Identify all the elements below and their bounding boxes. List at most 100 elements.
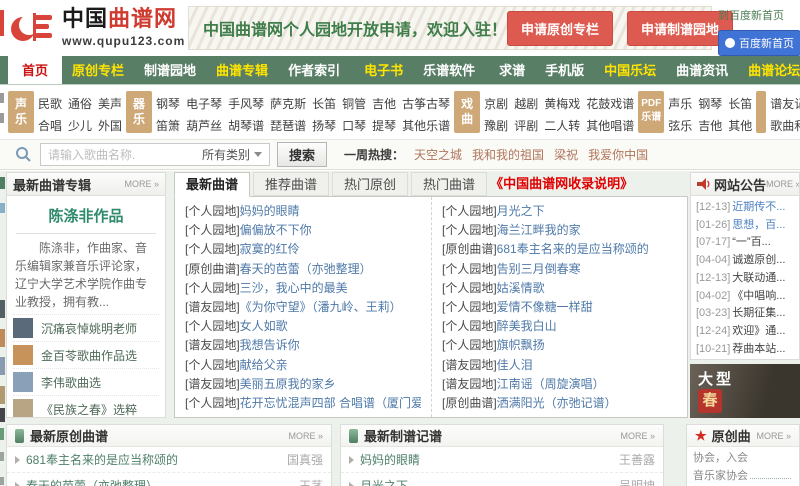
score-item[interactable]: [个人园地]海兰江畔我的家 (442, 221, 677, 240)
category-link[interactable]: 合唱 (38, 117, 62, 134)
score-item[interactable]: [个人园地]告别三月倒春寒 (442, 260, 677, 279)
category-link[interactable]: 钢琴 (698, 95, 722, 112)
album-more-link[interactable]: MORE » (124, 179, 159, 189)
album-list-item[interactable]: 《民族之春》选粹 (13, 395, 159, 418)
original-score-item[interactable]: 681奉主名来的是应当称颂的 国真强 (7, 447, 331, 473)
tab-hot-original[interactable]: 热门原创 (332, 172, 408, 196)
nav-news[interactable]: 曲谱资讯 (666, 56, 738, 84)
score-item[interactable]: [原创曲谱]春天的芭蕾（亦弛整理） (185, 260, 421, 279)
category-link[interactable]: 其他唱谱 (586, 117, 634, 134)
transcribed-score-item[interactable]: 月光之下 吴明坤 (341, 473, 663, 486)
nav-ebook[interactable]: 电子书 (354, 56, 413, 84)
category-link[interactable]: 少儿 (68, 117, 92, 134)
category-link[interactable]: 歌曲和弦 (770, 117, 800, 134)
announcement-item[interactable]: [12-24]欢迎》通... (696, 323, 794, 341)
transcribed-score-item[interactable]: 妈妈的眼睛 王善露 (341, 447, 663, 473)
baidu-newtab-button[interactable]: 百度新首页 (718, 30, 800, 56)
category-link[interactable]: 京剧 (484, 95, 508, 112)
nav-request-score[interactable]: 求谱 (489, 56, 535, 84)
hot-search-link[interactable]: 天空之城 (414, 146, 462, 163)
nav-mobile[interactable]: 手机版 (535, 56, 594, 84)
tab-hot-scores[interactable]: 热门曲谱 (411, 172, 487, 196)
tab-recommended-scores[interactable]: 推荐曲谱 (253, 172, 329, 196)
category-link[interactable]: 手风琴 (228, 95, 264, 112)
score-item[interactable]: [个人园地]献给父亲 (185, 356, 421, 375)
category-link[interactable]: 二人转 (544, 117, 580, 134)
score-item[interactable]: [个人园地]三沙，我心中的最美 (185, 279, 421, 298)
category-link[interactable]: 其他 (728, 117, 752, 134)
score-item[interactable]: [个人园地]妈妈的眼睛 (185, 202, 421, 221)
nav-forum[interactable]: 曲谱论坛 (738, 56, 800, 84)
category-link[interactable]: 古筝古琴 (402, 95, 450, 112)
album-list-item[interactable]: 金百苓歌曲作品选 (13, 341, 159, 368)
score-item[interactable]: [个人园地]醉美我白山 (442, 317, 677, 336)
category-link[interactable]: 萨克斯 (270, 95, 306, 112)
category-link[interactable]: 美声 (98, 95, 122, 112)
announcement-item[interactable]: [01-26]思想，百... (696, 217, 794, 235)
nav-software[interactable]: 乐谱软件 (413, 56, 485, 84)
score-item[interactable]: [个人园地]花开忘忧混声四部 合唱谱（厦门爱歌... (185, 394, 421, 413)
search-input[interactable]: 请输入歌曲名称. 所有类别 (40, 143, 270, 166)
nav-china-music[interactable]: 中国乐坛 (594, 56, 666, 84)
nav-original-column[interactable]: 原创专栏 (62, 56, 134, 84)
original-song-more-link[interactable]: MORE » (756, 431, 791, 441)
score-item[interactable]: [谱友园地]佳人泪 (442, 356, 677, 375)
announcement-item[interactable]: [04-02]《中唱响... (696, 288, 794, 306)
category-link[interactable]: 民歌 (38, 95, 62, 112)
category-link[interactable]: 笛箫 (156, 117, 180, 134)
category-link[interactable]: 声乐 (668, 95, 692, 112)
nav-home[interactable]: 首页 (8, 56, 62, 84)
category-label-opera[interactable]: 戏曲 (454, 91, 480, 133)
nav-author-index[interactable]: 作者索引 (278, 56, 350, 84)
album-list-item[interactable]: 李伟歌曲选 (13, 368, 159, 395)
category-link[interactable]: 长笛 (312, 95, 336, 112)
album-list-item[interactable]: 沉痛哀悼姚明老师 (13, 314, 159, 341)
category-link[interactable]: 豫剧 (484, 117, 508, 134)
tab-latest-scores[interactable]: 最新曲谱 (174, 172, 250, 197)
announcement-item[interactable]: [03-23]长期征集... (696, 305, 794, 323)
announcements-more-link[interactable]: MORE » (766, 179, 800, 189)
category-link[interactable]: 葫芦丝 (186, 117, 222, 134)
category-link[interactable]: 弦乐 (668, 117, 692, 134)
spring-ad-banner[interactable]: 大型 春 (690, 364, 800, 418)
category-link[interactable]: 铜管 (342, 95, 366, 112)
score-item[interactable]: [个人园地]月光之下 (442, 202, 677, 221)
category-link[interactable]: 谱友记谱 (770, 95, 800, 112)
latest-original-more-link[interactable]: MORE » (288, 431, 323, 441)
site-logo[interactable]: 中国曲谱网 www.qupu123.com (10, 7, 185, 49)
hot-search-link[interactable]: 梁祝 (554, 146, 578, 163)
score-item[interactable]: [原创曲谱]681奉主名来的是应当称颂的 (442, 240, 677, 259)
nav-notation-garden[interactable]: 制谱园地 (134, 56, 206, 84)
category-link[interactable]: 长笛 (728, 95, 752, 112)
score-item[interactable]: [谱友园地]我想告诉你 (185, 336, 421, 355)
category-link[interactable]: 其他乐谱 (402, 117, 450, 134)
category-select[interactable]: 所有类别 (202, 146, 250, 163)
category-link[interactable]: 吉他 (372, 95, 396, 112)
category-label-instrumental[interactable]: 器乐 (126, 91, 152, 133)
category-link[interactable]: 花鼓戏谱 (586, 95, 634, 112)
category-link[interactable]: 越剧 (514, 95, 538, 112)
score-item[interactable]: [个人园地]姑溪情歌 (442, 279, 677, 298)
announcement-item[interactable]: [12-13]大联动通... (696, 270, 794, 288)
latest-transcribed-more-link[interactable]: MORE » (620, 431, 655, 441)
featured-album-link[interactable]: 陈涤非作品 (7, 205, 165, 226)
category-link[interactable]: 胡琴谱 (228, 117, 264, 134)
category-label-pdf[interactable]: PDF乐谱 (638, 91, 664, 133)
category-link[interactable]: 扬琴 (312, 117, 336, 134)
score-item[interactable]: [个人园地]女人如歌 (185, 317, 421, 336)
hot-search-link[interactable]: 我爱你中国 (588, 146, 648, 163)
original-score-item[interactable]: 春天的芭蕾（亦弛整理） 王茎 (7, 473, 331, 486)
category-link[interactable]: 电子琴 (186, 95, 222, 112)
category-link[interactable]: 琵琶谱 (270, 117, 306, 134)
baidu-newtab-link[interactable]: 到百度新首页 (718, 10, 784, 22)
score-item[interactable]: [谱友园地]江南谣（周旋演唱） (442, 375, 677, 394)
category-link[interactable]: 口琴 (342, 117, 366, 134)
inclusion-notice-link[interactable]: 《中国曲谱网收录说明》 (490, 172, 633, 197)
search-button[interactable]: 搜索 (277, 142, 327, 167)
score-item[interactable]: [原创曲谱]洒满阳光（亦弛记谱） (442, 394, 677, 413)
announcement-item[interactable]: [10-21]荐曲本站... (696, 341, 794, 359)
category-link[interactable]: 黄梅戏 (544, 95, 580, 112)
announcement-item[interactable]: [07-17]“一”百... (696, 234, 794, 252)
score-item[interactable]: [个人园地]爱情不像糖一样甜 (442, 298, 677, 317)
score-item[interactable]: [谱友园地]美丽五原我的家乡 (185, 375, 421, 394)
